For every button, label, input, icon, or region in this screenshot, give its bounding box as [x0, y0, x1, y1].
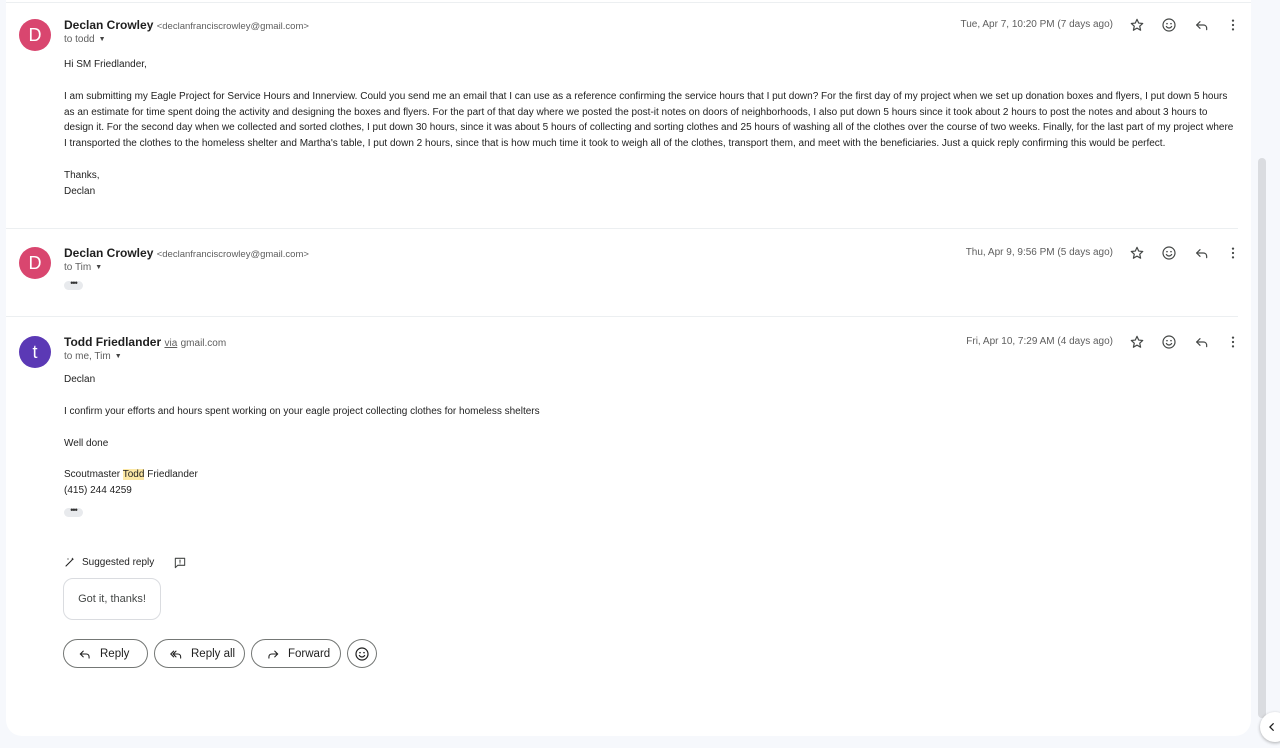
add-reaction-button[interactable] [1159, 15, 1179, 35]
reply-all-button[interactable]: Reply all [154, 639, 245, 668]
body-paragraph: I confirm your efforts and hours spent w… [64, 405, 540, 417]
sender-name[interactable]: Todd Friedlander [64, 335, 161, 349]
more-options-button[interactable] [1223, 15, 1243, 35]
signature-name: Declan [64, 185, 96, 197]
recipients-text: to todd [64, 34, 95, 45]
search-highlight: Todd [122, 469, 145, 481]
chevron-down-icon: ▼ [95, 264, 103, 271]
show-trimmed-content-button[interactable]: ••• [64, 506, 83, 517]
star-icon [1130, 18, 1144, 31]
signature-line: Scoutmaster Todd Friedlander [64, 467, 1234, 483]
avatar[interactable]: D [19, 247, 51, 279]
more-options-button[interactable] [1223, 243, 1243, 263]
feedback-button[interactable] [173, 556, 187, 570]
star-icon [1130, 335, 1144, 348]
star-button[interactable] [1127, 15, 1147, 35]
recipients-toggle[interactable]: to me, Tim ▼ [64, 350, 122, 364]
emoji-icon [1162, 335, 1176, 349]
more-options-button[interactable] [1223, 332, 1243, 352]
greeting: Declan [64, 374, 96, 385]
greeting: Hi SM Friedlander, [64, 59, 147, 70]
sender-email: <declanfranciscrowley@gmail.com> [156, 21, 309, 32]
recipients-text: to me, Tim [64, 351, 111, 362]
reply-all-icon [170, 650, 182, 659]
emoji-icon [1162, 18, 1176, 32]
forward-label: Forward [288, 647, 331, 660]
recipients-toggle[interactable]: to Tim ▼ [64, 261, 102, 275]
chevron-left-icon [1269, 723, 1274, 731]
body-paragraph: I am submitting my Eagle Project for Ser… [64, 90, 1234, 150]
scrollbar-thumb[interactable] [1258, 158, 1266, 718]
reply-all-label: Reply all [191, 647, 236, 660]
message-body: Declan I confirm your efforts and hours … [64, 372, 1234, 499]
reply-button[interactable] [1192, 15, 1212, 35]
forward-button[interactable]: Forward [251, 639, 341, 668]
reply-icon [1196, 338, 1208, 348]
emoji-icon [355, 646, 369, 661]
message-divider [6, 316, 1238, 317]
message-body: Hi SM Friedlander, I am submitting my Ea… [64, 57, 1234, 200]
add-reaction-button[interactable] [1159, 332, 1179, 352]
chevron-down-icon: ▼ [98, 36, 106, 43]
suggested-reply-text: Suggested reply [82, 556, 155, 568]
show-trimmed-content-button[interactable]: ••• [64, 279, 83, 290]
reply-icon [1196, 249, 1208, 259]
sender-name[interactable]: Declan Crowley [64, 18, 153, 32]
via-link[interactable]: via [164, 338, 177, 349]
magic-pen-icon [65, 557, 75, 567]
star-button[interactable] [1127, 243, 1147, 263]
forward-icon [268, 650, 279, 659]
recipients-toggle[interactable]: to todd ▼ [64, 33, 106, 47]
reply-label: Reply [100, 647, 130, 660]
emoji-icon [1162, 246, 1176, 260]
reply-button[interactable] [1192, 332, 1212, 352]
sender-name[interactable]: Declan Crowley [64, 246, 153, 260]
message-date: Fri, Apr 10, 7:29 AM (4 days ago) [966, 336, 1113, 347]
signature-title: Scoutmaster [64, 469, 121, 481]
emoji-reaction-button[interactable] [347, 639, 377, 668]
via-domain: gmail.com [180, 338, 227, 349]
message-divider [6, 228, 1238, 229]
avatar[interactable]: D [19, 19, 51, 51]
body-paragraph: Well done [64, 437, 109, 449]
add-reaction-button[interactable] [1159, 243, 1179, 263]
sign-off: Thanks, [64, 169, 100, 181]
more-vert-icon [1231, 336, 1235, 348]
suggested-reply-chip[interactable]: Got it, thanks! [63, 578, 161, 620]
more-vert-icon [1231, 19, 1235, 31]
star-icon [1130, 246, 1144, 259]
email-thread-panel: D Declan Crowley <declanfranciscrowley@g… [6, 0, 1251, 736]
signature-surname: Friedlander [147, 469, 198, 481]
star-button[interactable] [1127, 332, 1147, 352]
more-vert-icon [1231, 247, 1235, 259]
message-date: Tue, Apr 7, 10:20 PM (7 days ago) [960, 19, 1114, 30]
divider [6, 2, 1251, 3]
reply-action-button[interactable]: Reply [63, 639, 148, 668]
reply-icon [79, 650, 90, 659]
avatar[interactable]: t [19, 336, 51, 368]
recipients-text: to Tim [64, 262, 92, 273]
message-date: Thu, Apr 9, 9:56 PM (5 days ago) [965, 247, 1113, 258]
suggested-reply-label: Suggested reply [64, 556, 154, 568]
reply-icon [1196, 21, 1208, 31]
feedback-icon [174, 557, 186, 569]
phone-number: (415) 244 4259 [64, 485, 132, 497]
chevron-down-icon: ▼ [114, 353, 122, 360]
side-panel-toggle[interactable] [1260, 712, 1280, 742]
reply-button[interactable] [1192, 243, 1212, 263]
sender-email: <declanfranciscrowley@gmail.com> [156, 249, 309, 260]
